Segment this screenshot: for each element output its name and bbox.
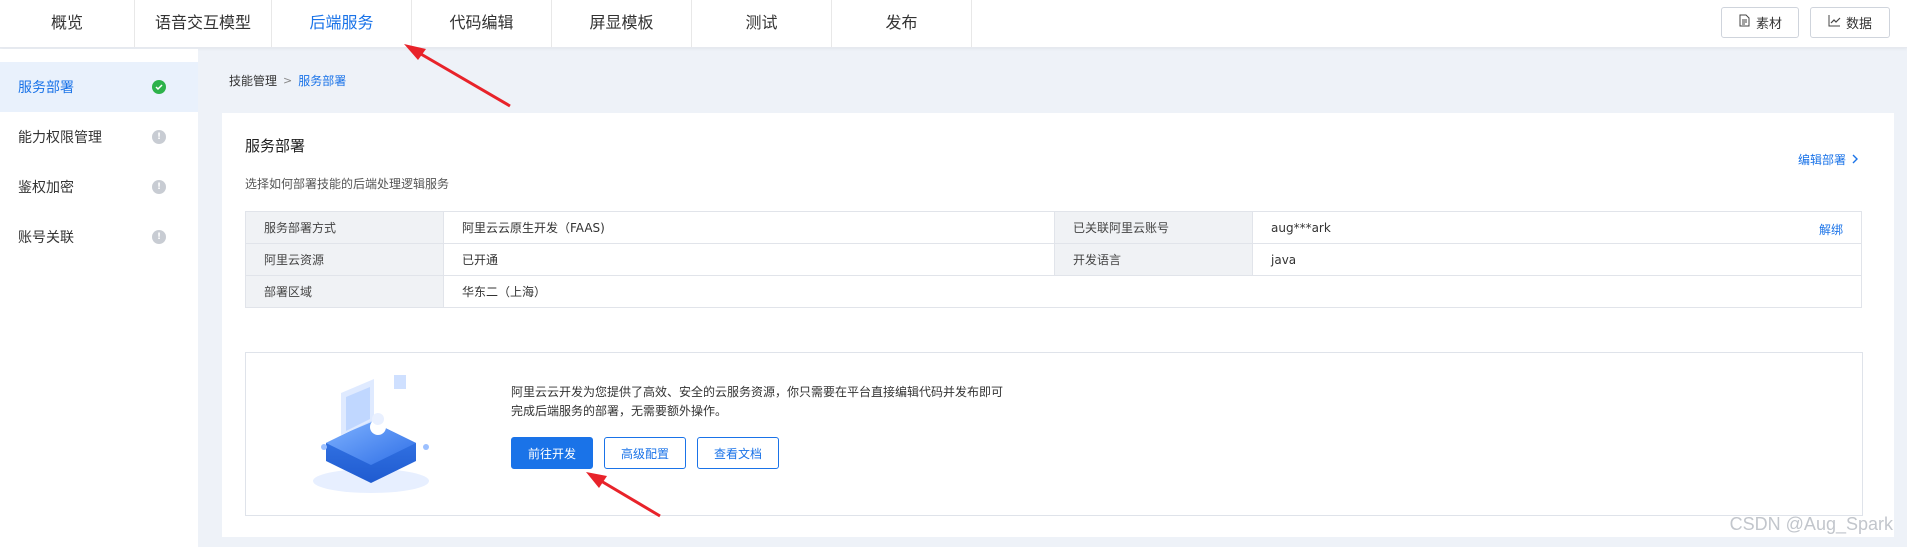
sidebar-item-label: 能力权限管理: [18, 130, 102, 146]
card-subtitle: 选择如何部署技能的后端处理逻辑服务: [245, 177, 450, 191]
unbind-link[interactable]: 解绑: [1819, 221, 1843, 238]
table-row: 部署区域 华东二（上海）: [245, 275, 1862, 308]
resource-key: 阿里云资源: [245, 243, 444, 276]
file-icon: [1738, 14, 1751, 31]
resource-value: 已开通: [443, 243, 1055, 276]
promo-description: 阿里云云开发为您提供了高效、安全的云服务资源，你只需要在平台直接编辑代码并发布即…: [511, 385, 1004, 418]
breadcrumb-parent[interactable]: 技能管理: [229, 72, 277, 89]
sidebar-item-auth-encrypt[interactable]: 鉴权加密 !: [0, 162, 198, 212]
breadcrumb: 技能管理 > 服务部署: [229, 72, 346, 89]
cloud-server-illustration: [296, 363, 446, 503]
chevron-right-icon: >: [283, 74, 293, 87]
service-deploy-card: 服务部署 选择如何部署技能的后端处理逻辑服务 编辑部署 服务部署方式 阿里云云原…: [222, 113, 1894, 537]
edit-deploy-label: 编辑部署: [1797, 153, 1846, 167]
tab-screen-template[interactable]: 屏显模板: [552, 0, 692, 47]
language-key: 开发语言: [1054, 243, 1253, 276]
breadcrumb-current: 服务部署: [298, 74, 347, 88]
arrow-to-backend-tab: [404, 44, 511, 108]
linked-account-value: aug***ark: [1271, 220, 1331, 235]
check-circle-icon: [152, 80, 166, 94]
language-value: java: [1252, 243, 1862, 276]
info-circle-icon: !: [152, 180, 166, 194]
materials-button-label: 素材: [1755, 17, 1782, 32]
edit-deploy-link[interactable]: 编辑部署: [1798, 151, 1859, 168]
tab-code-editor[interactable]: 代码编辑: [412, 0, 552, 47]
sidebar: 服务部署 能力权限管理 ! 鉴权加密 ! 账号关联 !: [0, 49, 198, 547]
cloud-dev-promo: 阿里云云开发为您提供了高效、安全的云服务资源，你只需要在平台直接编辑代码并发布即…: [245, 352, 1863, 516]
table-row: 服务部署方式 阿里云云原生开发（FAAS) 已关联阿里云账号 aug***ark…: [245, 211, 1862, 244]
go-develop-button[interactable]: 前往开发: [511, 437, 593, 469]
sidebar-item-label: 账号关联: [18, 230, 74, 246]
region-value: 华东二（上海）: [443, 275, 1862, 308]
top-nav: 概览 语音交互模型 后端服务 代码编辑 屏显模板 测试 发布 素材 数据: [0, 0, 1907, 48]
data-button-label: 数据: [1845, 17, 1872, 32]
deploy-method-key: 服务部署方式: [245, 211, 444, 244]
table-row: 阿里云资源 已开通 开发语言 java: [245, 243, 1862, 276]
tab-test[interactable]: 测试: [692, 0, 832, 47]
tab-voice-model[interactable]: 语音交互模型: [135, 0, 272, 47]
line-chart-icon: [1828, 14, 1841, 31]
deploy-method-value: 阿里云云原生开发（FAAS): [443, 211, 1055, 244]
region-key: 部署区域: [245, 275, 444, 308]
sidebar-item-permissions[interactable]: 能力权限管理 !: [0, 112, 198, 162]
card-title: 服务部署: [245, 137, 306, 155]
data-button[interactable]: 数据: [1810, 7, 1890, 38]
tab-overview[interactable]: 概览: [0, 0, 135, 47]
sidebar-item-service-deploy[interactable]: 服务部署: [0, 62, 198, 112]
info-circle-icon: !: [152, 130, 166, 144]
tab-publish[interactable]: 发布: [832, 0, 972, 47]
materials-button[interactable]: 素材: [1721, 7, 1799, 38]
linked-account-key: 已关联阿里云账号: [1054, 211, 1253, 244]
watermark: CSDN @Aug_Spark: [1729, 514, 1893, 534]
sidebar-item-label: 服务部署: [18, 80, 74, 96]
tab-backend-service[interactable]: 后端服务: [272, 0, 412, 47]
deploy-info-table: 服务部署方式 阿里云云原生开发（FAAS) 已关联阿里云账号 aug***ark…: [245, 211, 1862, 308]
sidebar-item-account-link[interactable]: 账号关联 !: [0, 212, 198, 262]
sidebar-item-label: 鉴权加密: [18, 180, 74, 196]
advanced-config-button[interactable]: 高级配置: [604, 437, 686, 469]
chevron-right-icon: [1852, 153, 1859, 167]
linked-account-cell: aug***ark 解绑: [1252, 211, 1862, 244]
view-docs-button[interactable]: 查看文档: [697, 437, 779, 469]
info-circle-icon: !: [152, 230, 166, 244]
